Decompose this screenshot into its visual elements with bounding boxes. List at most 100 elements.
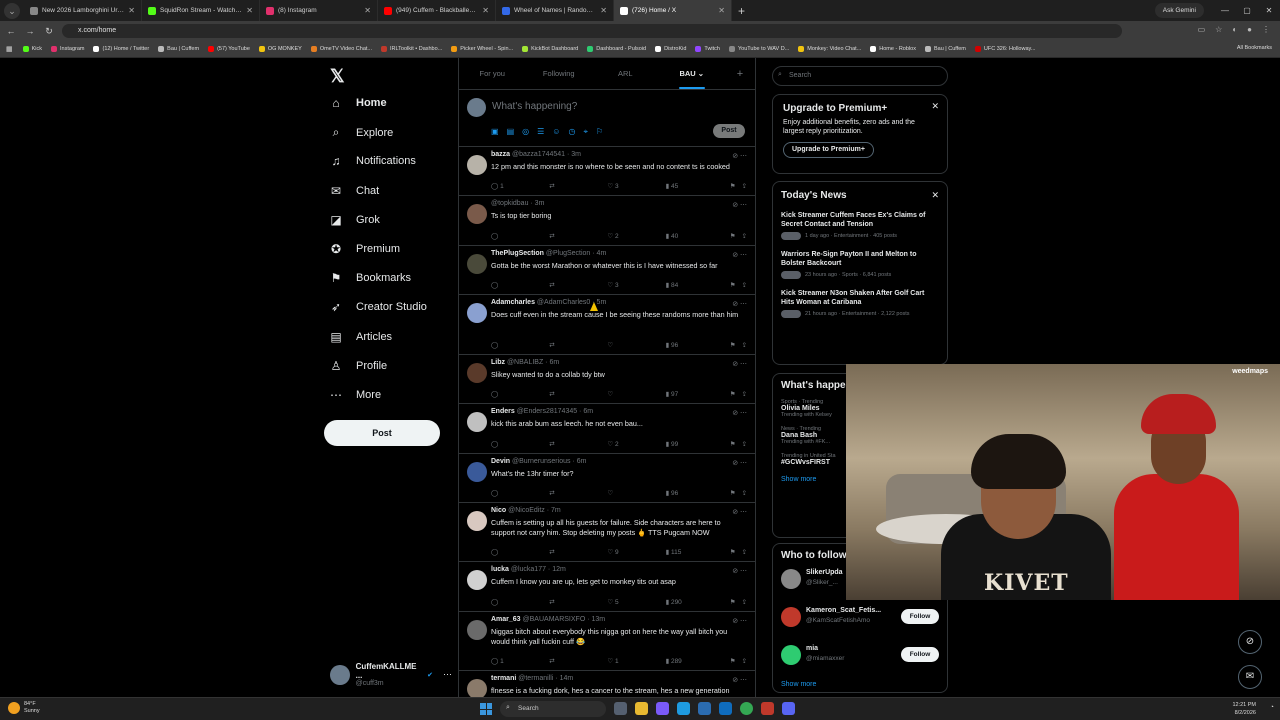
new-tab-icon[interactable]: + <box>738 4 745 18</box>
url-input[interactable]: x.com/home <box>62 24 1122 38</box>
nav-item-explore[interactable]: ⌕ Explore <box>328 125 394 140</box>
bookmark-item[interactable]: Home - Roblox <box>870 46 916 52</box>
store-icon[interactable] <box>698 702 711 715</box>
browser-tab[interactable]: (949) Cuffem - Blackballed (Si ✕ <box>378 0 496 21</box>
news-item[interactable]: Warriors Re-Sign Payton II and Melton to… <box>781 250 939 279</box>
like-icon[interactable]: ♡ 5 <box>607 598 665 606</box>
views-icon[interactable]: ▮ 40 <box>666 232 724 240</box>
bookmark-icon[interactable]: ⚑ <box>730 489 736 497</box>
bookmark-icon[interactable]: ⚑ <box>730 281 736 289</box>
follow-button[interactable]: Follow <box>901 609 939 624</box>
forward-icon[interactable]: → <box>22 26 38 36</box>
tweet-handle[interactable]: @NBALIBZ · 6m <box>507 359 559 366</box>
like-icon[interactable]: ♡ 2 <box>607 232 665 240</box>
tweet-author[interactable]: lucka <box>491 566 509 573</box>
close-window-icon[interactable]: ✕ <box>1258 0 1280 21</box>
composer-post-button[interactable]: Post <box>713 124 745 138</box>
more-options-icon[interactable]: ⋯ <box>443 669 452 680</box>
reload-icon[interactable]: ↻ <box>41 26 57 37</box>
retweet-icon[interactable]: ⇄ <box>549 657 607 665</box>
bookmark-item[interactable]: Bau | Cuffem <box>158 46 199 52</box>
nav-item-grok[interactable]: ◪ Grok <box>328 213 380 227</box>
bookmark-item[interactable]: DistroKid <box>655 46 686 52</box>
follow-avatar[interactable] <box>781 645 801 665</box>
bookmark-item[interactable]: Bau | Cuffem <box>924 46 966 52</box>
bookmark-item[interactable]: OmeTV Video Chat... <box>310 46 372 52</box>
follow-avatar[interactable] <box>781 569 801 589</box>
like-icon[interactable]: ♡ <box>607 341 665 349</box>
grok-fab-icon[interactable]: ⊘ <box>1238 630 1262 654</box>
tweet-grok-more-icon[interactable]: ⊘ ⋯ <box>732 409 747 417</box>
gif-icon[interactable]: ▤ <box>507 127 515 137</box>
bookmark-icon[interactable]: ⚑ <box>730 657 736 665</box>
tweet-avatar[interactable] <box>467 570 487 590</box>
retweet-icon[interactable]: ⇄ <box>549 489 607 497</box>
tweet-handle[interactable]: @PlugSection · 4m <box>546 250 606 257</box>
tweet-grok-more-icon[interactable]: ⊘ ⋯ <box>732 459 747 467</box>
bookmark-item[interactable]: (12) Home / Twitter <box>93 46 149 52</box>
notification-icon[interactable]: ◔ <box>1270 704 1274 711</box>
follow-suggestion[interactable]: mia @miamaxxer Follow <box>781 643 939 675</box>
nav-item-profile[interactable]: ♙ Profile <box>328 359 388 373</box>
poll-icon[interactable]: ☰ <box>537 127 544 137</box>
chrome-icon[interactable] <box>740 702 753 715</box>
retweet-icon[interactable]: ⇄ <box>549 281 607 289</box>
tweet-handle[interactable]: @Enders28174345 · 6m <box>517 408 593 415</box>
share-icon[interactable]: ⇪ <box>742 657 747 665</box>
reply-icon[interactable]: ◯ <box>491 489 549 497</box>
tweet-avatar[interactable] <box>467 363 487 383</box>
retweet-icon[interactable]: ⇄ <box>549 598 607 606</box>
browser-tab[interactable]: New 2026 Lamborghini Urus SE✕ <box>24 0 142 21</box>
tweet-author[interactable]: Enders <box>491 408 515 415</box>
bookmark-icon[interactable]: ⚑ <box>730 232 736 240</box>
edge-icon[interactable] <box>677 702 690 715</box>
bookmark-icon[interactable]: ⚑ <box>730 390 736 398</box>
tweet-author[interactable]: termani <box>491 675 516 682</box>
reply-icon[interactable]: ◯ <box>491 341 549 349</box>
x-logo-icon[interactable]: 𝕏 <box>330 66 345 87</box>
follow-name[interactable]: SlikerUpda <box>806 569 843 576</box>
tweet[interactable]: termani @termanilli · 14m ⊘ ⋯ flnesse is a… <box>459 671 755 697</box>
file-explorer-icon[interactable] <box>635 702 648 715</box>
views-icon[interactable]: ▮ 290 <box>666 598 724 606</box>
tweet[interactable]: Libz @NBALIBZ · 6m ⊘ ⋯ Slikey wanted to do… <box>459 355 755 404</box>
maximize-icon[interactable]: ▢ <box>1236 0 1258 21</box>
discord-icon[interactable] <box>782 702 795 715</box>
share-icon[interactable]: ⇪ <box>742 390 747 398</box>
like-icon[interactable]: ♡ 1 <box>607 657 665 665</box>
star-icon[interactable]: ☆ <box>1215 25 1222 34</box>
tweet-grok-more-icon[interactable]: ⊘ ⋯ <box>732 617 747 625</box>
nav-item-creator-studio[interactable]: ➶ Creator Studio <box>328 300 427 314</box>
location-icon[interactable]: ⌖ <box>583 127 588 137</box>
tab-close-icon[interactable]: ✕ <box>482 6 489 15</box>
cast-icon[interactable]: ▭ <box>1198 25 1206 34</box>
tweet-grok-more-icon[interactable]: ⊘ ⋯ <box>732 567 747 575</box>
copilot-icon[interactable] <box>656 702 669 715</box>
tweet[interactable]: Nico @NicoEditz · 7m ⊘ ⋯ Cuffem is setting… <box>459 503 755 562</box>
show-more-follow-link[interactable]: Show more <box>781 681 939 688</box>
tweet-grok-more-icon[interactable]: ⊘ ⋯ <box>732 152 747 160</box>
share-icon[interactable]: ⇪ <box>742 440 747 448</box>
follow-name[interactable]: Kameron_Scat_Fetis... <box>806 607 881 614</box>
tweet-grok-more-icon[interactable]: ⊘ ⋯ <box>732 251 747 259</box>
widgets-icon[interactable] <box>614 702 627 715</box>
composer-input[interactable]: What's happening? <box>492 101 577 112</box>
tab-close-icon[interactable]: ✕ <box>246 6 253 15</box>
nav-item-more[interactable]: ⋯ More <box>328 388 381 402</box>
reply-icon[interactable]: ◯ 1 <box>491 657 549 665</box>
nav-item-chat[interactable]: ✉ Chat <box>328 184 379 198</box>
menu-icon[interactable]: ⋮ <box>1262 25 1270 34</box>
nav-item-premium[interactable]: ✪ Premium <box>328 242 400 256</box>
emoji-icon[interactable]: ☺ <box>552 127 560 137</box>
reply-icon[interactable]: ◯ <box>491 232 549 240</box>
bookmark-item[interactable]: IRLToolkit • Dashbo... <box>381 46 442 52</box>
like-icon[interactable]: ♡ <box>607 390 665 398</box>
feed-tab[interactable]: For you <box>459 58 526 89</box>
apps-icon[interactable]: ▦ <box>6 45 13 53</box>
upgrade-button[interactable]: Upgrade to Premium+ <box>783 142 874 158</box>
like-icon[interactable]: ♡ 3 <box>607 281 665 289</box>
bookmark-icon[interactable]: ⚑ <box>730 440 736 448</box>
tweet-handle[interactable]: @NicoEditz · 7m <box>508 507 561 514</box>
feed-tab[interactable]: + <box>725 58 755 89</box>
all-bookmarks-link[interactable]: All Bookmarks <box>1237 45 1272 51</box>
